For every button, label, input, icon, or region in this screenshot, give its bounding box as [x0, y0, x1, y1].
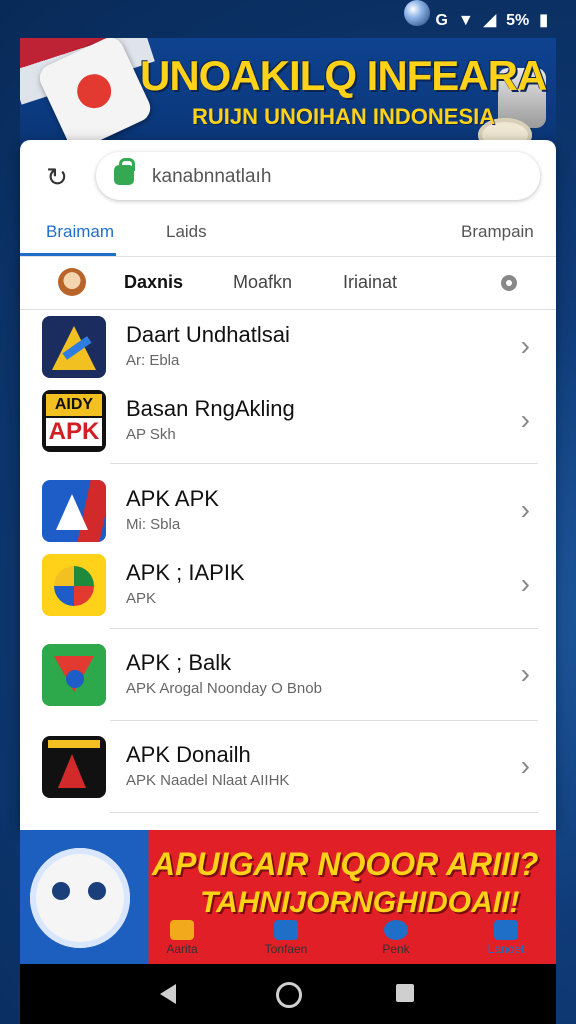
app-subtitle: APK Arogal Noonday O Bnob — [126, 680, 322, 697]
app-title: Daart Undhatlsai — [126, 322, 290, 347]
app-subtitle: APK Naadel Nlaat AIIHK — [126, 772, 290, 789]
nav-item-lanoet[interactable]: Lanoet — [462, 920, 550, 964]
list-item[interactable]: APK ; IAPIK APK › — [20, 548, 556, 622]
app-icon-triangle — [42, 644, 106, 706]
category-mascot-icon[interactable] — [58, 268, 86, 296]
nav-item-penk[interactable]: Penk — [352, 920, 440, 964]
banner-title: UNOAKILQ INFEARA — [140, 52, 547, 99]
g-status-icon: G — [435, 12, 448, 29]
calendar-icon — [170, 920, 194, 940]
nav-label: Tonfaen — [264, 942, 308, 956]
chevron-right-icon: › — [520, 404, 530, 435]
battery-icon: ▮ — [539, 12, 548, 29]
promo-banner[interactable]: APUIGAIR NQOOR ARIII? TAHNIJORNGHIDOAII!… — [20, 830, 556, 964]
filter-moafkn[interactable]: Moafkn — [233, 272, 292, 293]
search-row: ↻ kanabnnatlaıh — [20, 140, 556, 212]
battery-percent: 5% — [506, 12, 530, 29]
tab-bar: Braimam Laids Brampain — [20, 212, 556, 257]
app-icon-circle — [42, 554, 106, 616]
app-icon-a — [42, 316, 106, 378]
system-nav-bar — [20, 964, 556, 1024]
search-input[interactable]: kanabnnatlaıh — [96, 152, 540, 200]
divider — [110, 463, 538, 464]
floating-orb-icon — [404, 0, 430, 26]
chevron-right-icon: › — [520, 330, 530, 361]
nav-label: Penk — [382, 942, 410, 956]
nav-label: Aarita — [166, 942, 198, 956]
folder-icon — [274, 920, 298, 940]
divider — [110, 812, 538, 813]
pin-icon — [384, 920, 408, 940]
app-subtitle: AP Skh — [126, 426, 176, 443]
filter-iriainat[interactable]: Iriainat — [343, 272, 397, 293]
status-icons: G ▼ ◢ 5% ▮ — [435, 12, 548, 30]
recent-apps-icon[interactable] — [396, 984, 414, 1002]
app-title: APK APK — [126, 486, 219, 511]
list-item[interactable]: Daart Undhatlsai Ar: Ebla › — [20, 310, 556, 384]
app-title: APK ; Balk — [126, 650, 232, 675]
bottom-nav: Aarita Tonfaen Penk Lanoet — [20, 920, 556, 964]
tab-braimam[interactable]: Braimam — [46, 222, 114, 242]
promo-subheadline: TAHNIJORNGHIDOAII! — [200, 886, 520, 919]
app-icon-apk: AIDY APK — [42, 390, 106, 452]
divider — [110, 720, 538, 721]
header-banner: UNOAKILQ INFEARA RUIJN UNOIHAN INDONESIA — [20, 38, 556, 146]
app-icon-dark — [42, 736, 106, 798]
app-title: APK ; IAPIK — [126, 560, 245, 585]
back-icon[interactable] — [160, 984, 176, 1004]
filter-row: Daxnis Moafkn Iriainat — [20, 257, 556, 310]
browser-panel: ↻ kanabnnatlaıh Braimam Laids Brampain D… — [20, 140, 556, 830]
refresh-icon[interactable]: ↻ — [42, 162, 72, 192]
status-bar: G ▼ ◢ 5% ▮ — [0, 0, 576, 40]
nav-item-tonfaen[interactable]: Tonfaen — [242, 920, 330, 964]
tab-laids[interactable]: Laids — [166, 222, 207, 242]
search-query: kanabnnatlaıh — [152, 166, 272, 187]
chevron-right-icon: › — [520, 494, 530, 525]
chevron-right-icon: › — [520, 568, 530, 599]
chevron-right-icon: › — [520, 750, 530, 781]
options-dot-icon[interactable] — [501, 275, 517, 291]
active-tab-indicator — [20, 253, 116, 256]
nav-item-aarita[interactable]: Aarita — [138, 920, 226, 964]
tab-brampain[interactable]: Brampain — [461, 222, 534, 242]
list-item[interactable]: APK Donailh APK Naadel Nlaat AIIHK › — [20, 730, 556, 804]
wifi-icon: ▼ — [457, 12, 474, 29]
app-title: Basan RngAkling — [126, 396, 295, 421]
app-title: APK Donailh — [126, 742, 251, 767]
nav-label: Lanoet — [487, 942, 525, 956]
filter-daxnis[interactable]: Daxnis — [124, 272, 183, 293]
app-subtitle: Ar: Ebla — [126, 352, 180, 369]
banner-subtitle: RUIJN UNOIHAN INDONESIA — [192, 104, 496, 129]
promo-headline: APUIGAIR NQOOR ARIII? — [152, 846, 539, 882]
tag-icon — [494, 920, 518, 940]
signal-icon: ◢ — [483, 12, 497, 29]
divider — [110, 628, 538, 629]
list-item[interactable]: APK APK Mi: Sbla › — [20, 474, 556, 548]
app-subtitle: APK — [126, 590, 157, 607]
list-item[interactable]: APK ; Balk APK Arogal Noonday O Bnob › — [20, 638, 556, 712]
chevron-right-icon: › — [520, 658, 530, 689]
app-icon-arrow — [42, 480, 106, 542]
lock-icon — [114, 158, 135, 185]
app-subtitle: Mi: Sbla — [126, 516, 181, 533]
list-item[interactable]: AIDY APK Basan RngAkling AP Skh › — [20, 384, 556, 458]
home-icon[interactable] — [276, 982, 302, 1008]
